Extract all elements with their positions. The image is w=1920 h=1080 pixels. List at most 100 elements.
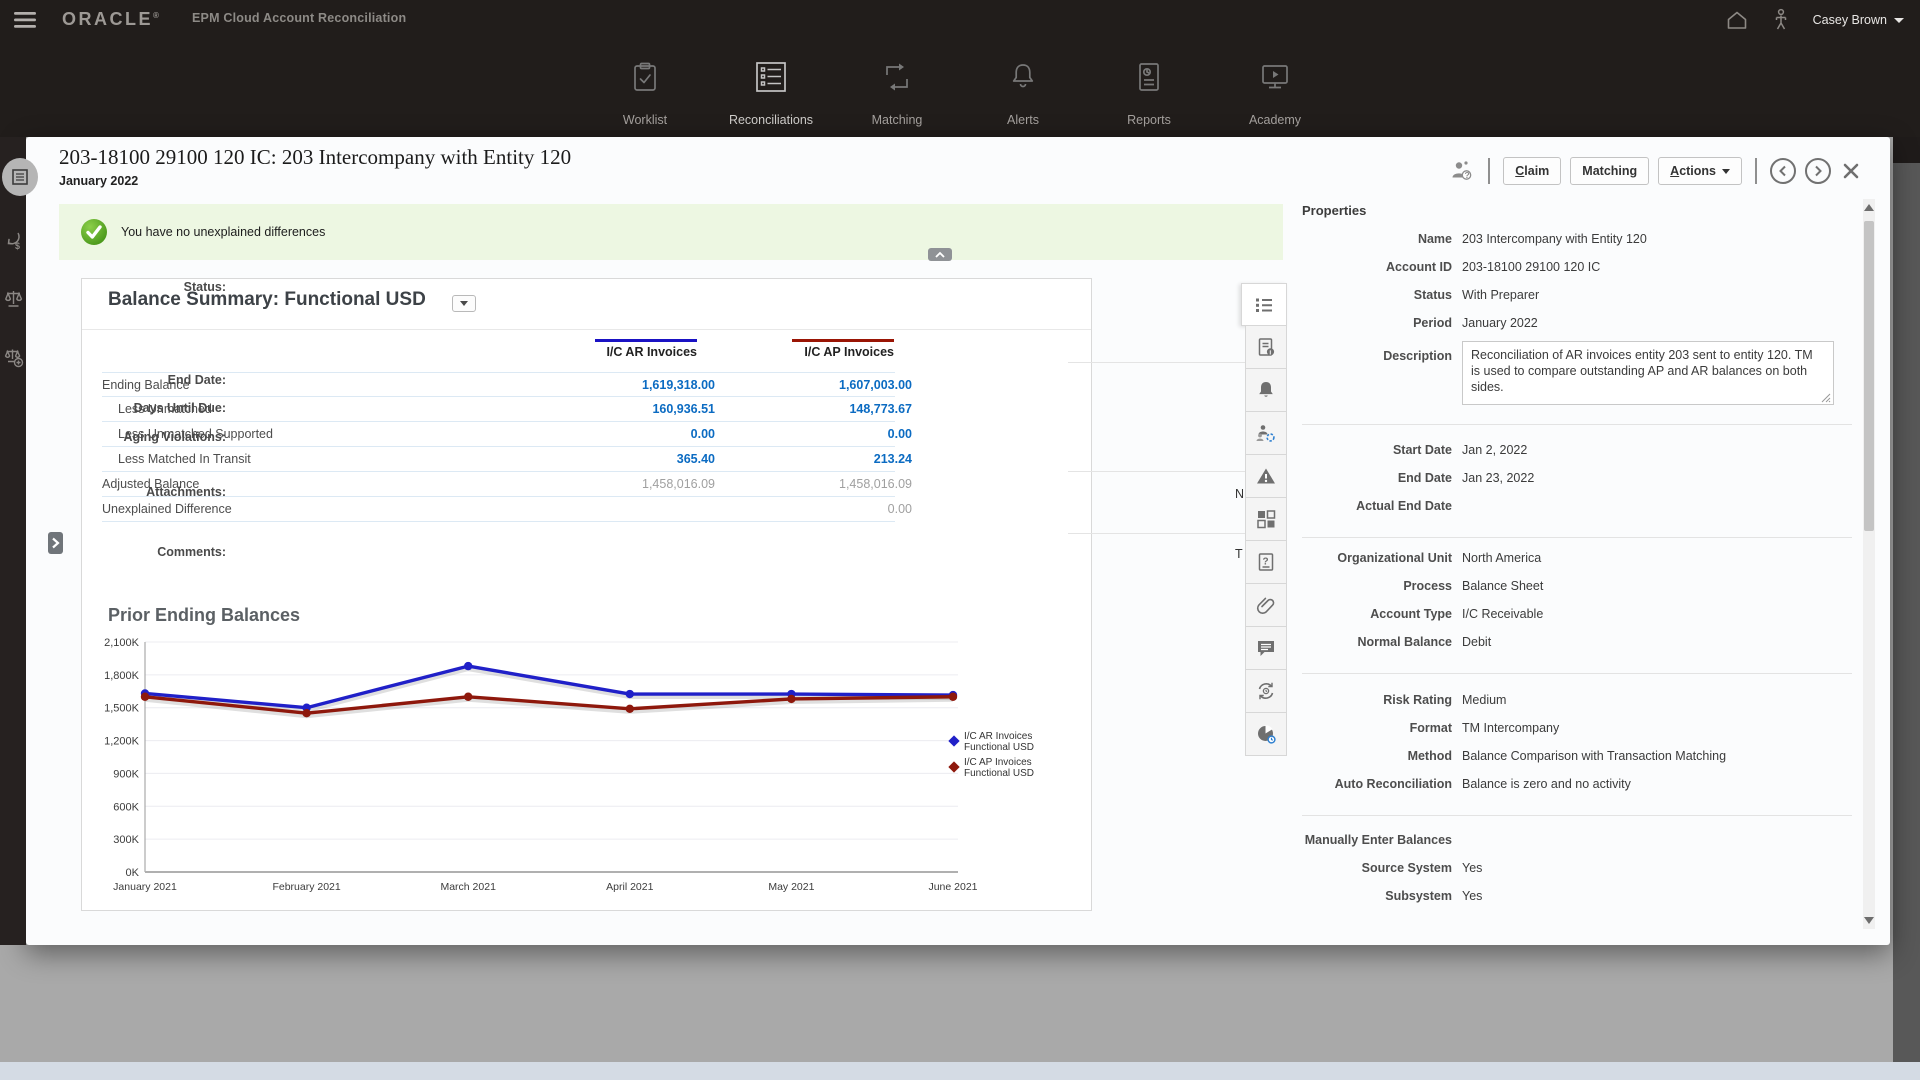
close-icon[interactable]: [1840, 160, 1862, 182]
toolbar-history-button[interactable]: [1245, 713, 1287, 756]
description-label: Description: [1182, 349, 1452, 363]
sidebar-item-adjustments-add[interactable]: [3, 347, 24, 373]
divider: [82, 329, 1091, 330]
svg-text:1,800K: 1,800K: [104, 670, 140, 682]
svg-text:?: ?: [1263, 557, 1269, 568]
user-name: Casey Brown: [1813, 13, 1887, 27]
table-row-less-matched-in-transit: Less Matched In Transit 365.40 213.24: [102, 447, 895, 472]
toolbar-dashboard-button[interactable]: [1245, 498, 1287, 541]
nav-item-academy[interactable]: Academy: [1212, 57, 1338, 127]
svg-text:January 2021: January 2021: [113, 881, 177, 893]
svg-text:300K: 300K: [113, 834, 139, 846]
toolbar-properties-button[interactable]: i: [1245, 326, 1287, 369]
toolbar-attachments-button[interactable]: [1245, 584, 1287, 627]
scrollbar-thumb[interactable]: [1864, 221, 1874, 531]
y-tick-labels: 2,100K 1,800K 1,500K 1,200K 900K 600K 30…: [104, 637, 140, 879]
description-textarea[interactable]: Reconciliation of AR invoices entity 203…: [1462, 341, 1834, 405]
divider: [1068, 533, 1246, 534]
toolbar-workflow-button[interactable]: [1245, 412, 1287, 455]
reconciliation-dialog: 203-18100 29100 120 IC: 203 Intercompany…: [26, 137, 1890, 945]
svg-text:1,500K: 1,500K: [104, 703, 140, 715]
next-record-button[interactable]: [1805, 158, 1831, 184]
ar-value-link[interactable]: 1,619,318.00: [545, 373, 715, 397]
nav-item-reports[interactable]: Reports: [1086, 57, 1212, 127]
process-label: Process: [1182, 579, 1452, 593]
toolbar-warnings-button[interactable]: [1245, 455, 1287, 498]
chevron-down-icon: [1894, 18, 1904, 23]
name-label: Name: [1182, 232, 1452, 246]
nav-item-matching[interactable]: Matching: [834, 57, 960, 127]
nav-item-reconciliations[interactable]: Reconciliations: [708, 57, 834, 127]
cycle-clock-icon: [1255, 680, 1277, 702]
svg-text:0K: 0K: [126, 867, 140, 879]
ar-value: 1,458,016.09: [545, 472, 715, 496]
properties-header: Properties: [1302, 203, 1366, 218]
ar-value-link[interactable]: 0.00: [545, 422, 715, 446]
previous-record-button[interactable]: [1770, 158, 1796, 184]
actions-button[interactable]: Actions: [1658, 157, 1742, 185]
ap-series-marker: [948, 761, 959, 772]
resize-handle-icon[interactable]: [1821, 393, 1831, 403]
process-value: Balance Sheet: [1462, 579, 1857, 593]
page-scroll-band: [1893, 137, 1920, 1062]
ap-value-link[interactable]: 148,773.67: [742, 397, 912, 421]
toolbar-summary-list-button[interactable]: [1241, 283, 1287, 326]
ap-value-link[interactable]: 213.24: [742, 447, 912, 471]
status-property-value: With Preparer: [1462, 288, 1857, 302]
hamburger-menu-icon[interactable]: [14, 12, 36, 33]
svg-text:May 2021: May 2021: [768, 881, 814, 893]
claim-button[interactable]: Claim: [1503, 157, 1561, 185]
toolbar-comments-button[interactable]: [1245, 627, 1287, 670]
account-id-label: Account ID: [1182, 260, 1452, 274]
page-scroll-band-cap: [1893, 137, 1920, 163]
assignee-help-icon[interactable]: ?: [1449, 159, 1475, 183]
ap-value-link[interactable]: 1,607,003.00: [742, 373, 912, 397]
svg-text:?: ?: [1465, 170, 1470, 180]
legend-entry-ar: I/C AR InvoicesFunctional USD: [950, 731, 1034, 753]
currency-bucket-dropdown[interactable]: [452, 295, 476, 312]
dialog-period: January 2022: [59, 174, 138, 188]
gridlines: [145, 642, 958, 839]
status-label: Status:: [26, 280, 226, 294]
sidebar-item-transactions[interactable]: $: [3, 230, 24, 256]
toolbar-alerts-button[interactable]: [1245, 369, 1287, 412]
balance-summary-card: Balance Summary: Functional USD I/C AR I…: [81, 278, 1092, 911]
user-menu[interactable]: Casey Brown: [1813, 13, 1904, 27]
list-icon: [1253, 294, 1275, 316]
sidebar-item-reconciliations[interactable]: [2, 158, 38, 196]
title-bar: ORACLE® EPM Cloud Account Reconciliation…: [0, 0, 1920, 40]
ap-value-link[interactable]: 0.00: [742, 422, 912, 446]
question-document-icon: ?: [1255, 551, 1277, 573]
ar-value-link[interactable]: 160,936.51: [545, 397, 715, 421]
properties-scrollbar[interactable]: [1863, 199, 1875, 929]
app-title: EPM Cloud Account Reconciliation: [192, 11, 406, 25]
toolbar-refresh-button[interactable]: [1245, 670, 1287, 713]
report-document-icon: [1134, 57, 1164, 97]
sidebar-item-adjustments[interactable]: [3, 288, 24, 314]
divider: [1302, 537, 1852, 538]
legend-entry-ap: I/C AP InvoicesFunctional USD: [950, 757, 1034, 779]
collapse-summary-button[interactable]: [928, 248, 952, 261]
scales-icon: [3, 288, 24, 309]
nav-item-worklist[interactable]: Worklist: [582, 57, 708, 127]
banner-message: You have no unexplained differences: [121, 225, 325, 239]
period-label: Period: [1182, 316, 1452, 330]
scroll-up-arrow[interactable]: [1864, 204, 1874, 211]
nav-item-alerts[interactable]: Alerts: [960, 57, 1086, 127]
list-document-icon: [754, 57, 788, 97]
account-id-value: 203-18100 29100 120 IC: [1462, 260, 1857, 274]
accessibility-person-icon[interactable]: [1771, 8, 1791, 32]
scroll-down-arrow[interactable]: [1864, 917, 1874, 924]
monitor-play-icon: [1259, 57, 1291, 97]
svg-text:900K: 900K: [113, 768, 139, 780]
ap-value: 0.00: [742, 497, 912, 521]
ar-value-link[interactable]: 365.40: [545, 447, 715, 471]
toolbar-questions-button[interactable]: ?: [1245, 541, 1287, 584]
dialog-header-actions: ? Claim Matching Actions: [1449, 157, 1862, 185]
paperclip-icon: [1255, 594, 1277, 616]
home-icon[interactable]: [1725, 9, 1749, 31]
svg-text:April 2021: April 2021: [606, 881, 653, 893]
svg-text:600K: 600K: [113, 801, 139, 813]
matching-button[interactable]: Matching: [1570, 157, 1649, 185]
divider: [1302, 815, 1852, 816]
